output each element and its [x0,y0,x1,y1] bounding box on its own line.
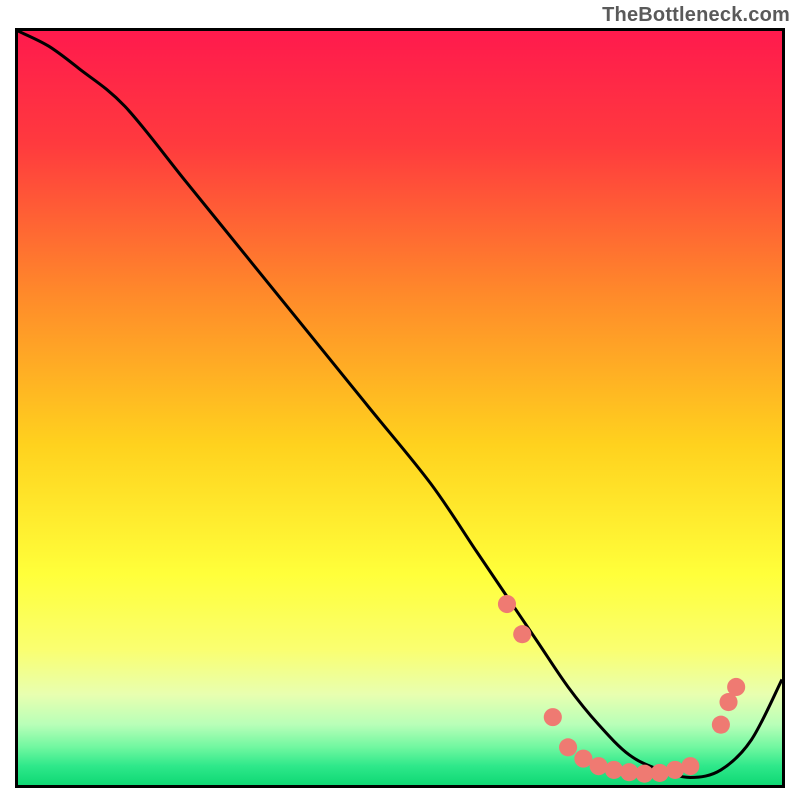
curve-layer [18,31,782,785]
bead-markers-group [498,595,745,783]
bead-marker [712,716,730,734]
attribution-label: TheBottleneck.com [602,4,790,27]
bead-marker [666,761,684,779]
bead-marker [605,761,623,779]
plot-area [15,28,785,788]
bead-marker [498,595,516,613]
bead-marker [681,757,699,775]
bead-marker [559,738,577,756]
bead-marker [620,763,638,781]
bead-marker [727,678,745,696]
bottleneck-curve [18,31,782,777]
bead-marker [544,708,562,726]
chart-frame: TheBottleneck.com [0,0,800,800]
bead-marker [513,625,531,643]
bead-marker [590,757,608,775]
bead-marker [651,764,669,782]
